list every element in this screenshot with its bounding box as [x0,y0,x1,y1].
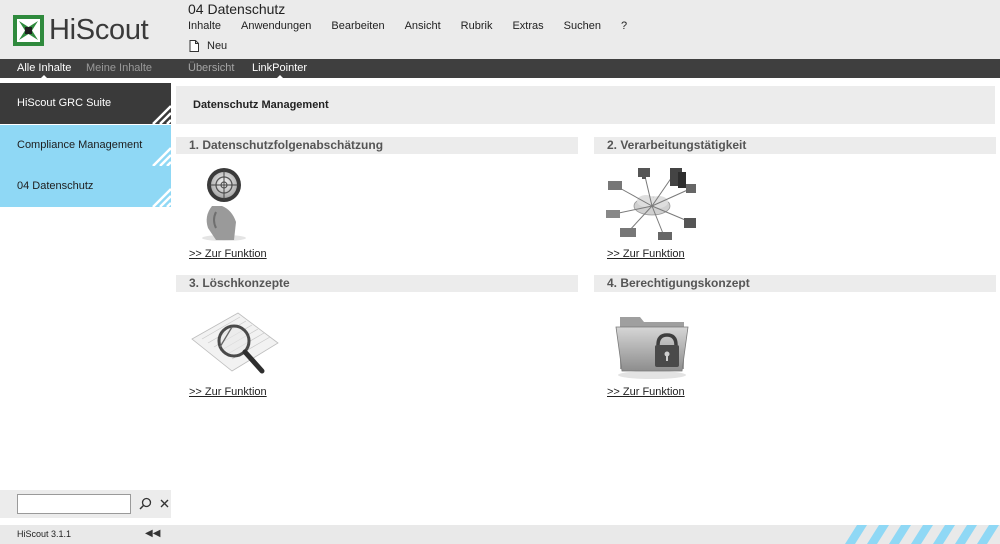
status-bar: HiScout 3.1.1 ◀◀ [0,525,1000,544]
zur-funktion-link[interactable]: >> Zur Funktion [607,248,685,260]
collapse-sidebar-icon[interactable]: ◀◀ [145,528,160,539]
search-icon[interactable] [139,497,152,510]
section-dsfa: 1. Datenschutzfolgenabschätzung >> Zur F… [176,137,578,265]
search-input[interactable] [17,494,131,514]
section-title: 1. Datenschutzfolgenabschätzung [176,137,578,154]
menu-help[interactable]: ? [621,20,627,32]
new-button[interactable]: Neu [189,40,227,52]
section-title: 3. Löschkonzepte [176,275,578,292]
app-header: HiScout 04 Datenschutz Inhalte Anwendung… [0,0,1000,59]
menu-inhalte[interactable]: Inhalte [188,20,221,32]
sidebar-item-grc-suite[interactable]: HiScout GRC Suite [0,83,171,124]
tab-bar: Alle Inhalte Meine Inhalte Übersicht Lin… [0,59,1000,79]
magnifier-document-icon [191,312,279,374]
section-title: 4. Berechtigungskonzept [594,275,996,292]
tab-linkpointer[interactable]: LinkPointer [252,62,307,74]
menu-extras[interactable]: Extras [512,20,543,32]
sidebar-item-datenschutz[interactable]: 04 Datenschutz [0,166,171,207]
zur-funktion-link[interactable]: >> Zur Funktion [189,248,267,260]
sidebar-search [0,490,171,518]
tab-meine-inhalte[interactable]: Meine Inhalte [86,62,152,74]
target-icon [202,168,246,241]
menu-ansicht[interactable]: Ansicht [405,20,441,32]
page-title: Datenschutz Management [193,99,329,111]
stripes-decoration-icon [845,525,999,544]
sidebar-item-label: 04 Datenschutz [17,180,94,192]
section-berechtigung: 4. Berechtigungskonzept >> Zur Funktion [594,275,996,403]
sidebar-item-label: Compliance Management [17,139,143,151]
zur-funktion-link[interactable]: >> Zur Funktion [607,386,685,398]
menu-bar: Inhalte Anwendungen Bearbeiten Ansicht R… [188,20,647,32]
stripes-decoration-icon [152,147,171,166]
active-tab-caret-right [276,75,284,79]
sidebar-item-label: HiScout GRC Suite [17,97,112,109]
menu-anwendungen[interactable]: Anwendungen [241,20,311,32]
menu-rubrik[interactable]: Rubrik [461,20,493,32]
logo-mark-icon [13,14,44,46]
logo-text: HiScout [49,14,149,46]
section-loeschkonzepte: 3. Löschkonzepte >> Zur Funktion [176,275,578,403]
zur-funktion-link[interactable]: >> Zur Funktion [189,386,267,398]
network-icon [606,168,696,240]
document-title: 04 Datenschutz [188,1,286,17]
section-verarbeitung: 2. Verarbeitungstätigkeit >> Zur Funktio… [594,137,996,265]
hiscout-logo[interactable]: HiScout [13,14,149,46]
new-document-icon [189,40,199,52]
content-header: Datenschutz Management [176,86,995,124]
menu-bearbeiten[interactable]: Bearbeiten [331,20,384,32]
sidebar: HiScout GRC Suite Compliance Management … [0,78,171,525]
new-button-label: Neu [207,40,228,52]
menu-suchen[interactable]: Suchen [564,20,601,32]
stripes-decoration-icon [152,188,171,207]
sidebar-item-compliance[interactable]: Compliance Management [0,125,171,166]
version-label: HiScout 3.1.1 [17,529,72,539]
tab-uebersicht[interactable]: Übersicht [188,62,234,74]
section-title: 2. Verarbeitungstätigkeit [594,137,996,154]
stripes-decoration-icon [152,105,171,124]
clear-search-icon[interactable] [160,499,169,508]
locked-folder-icon [615,317,689,379]
tab-alle-inhalte[interactable]: Alle Inhalte [17,62,71,74]
